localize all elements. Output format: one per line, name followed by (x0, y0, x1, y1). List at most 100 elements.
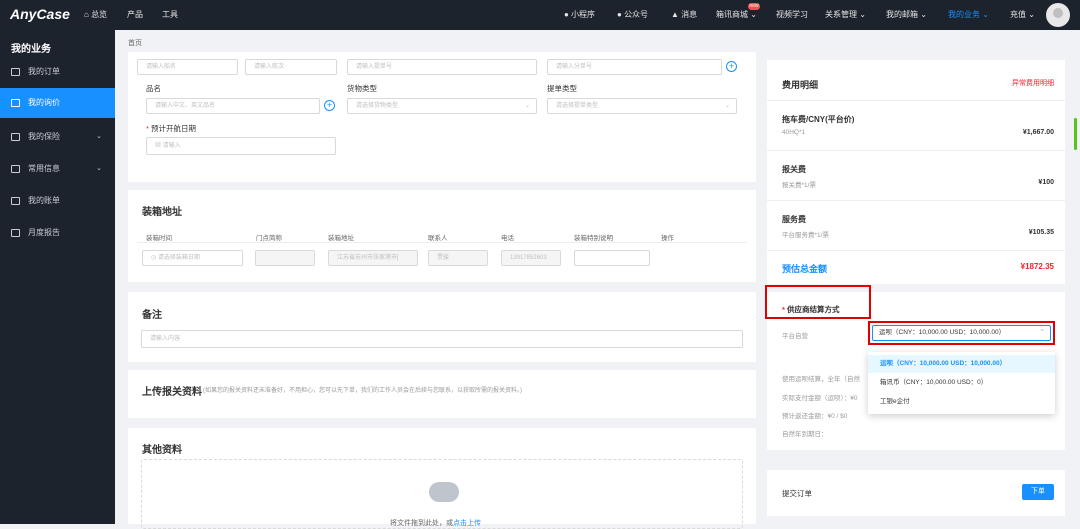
divider (137, 242, 747, 243)
upload-note: (如果您的报关资料还未准备好，不用担心，您可以先下单，我们的工作人员会在后续与您… (203, 388, 522, 394)
sidebar-item-insurance[interactable]: 我的保险 ⌄ (0, 122, 115, 152)
nav-relations[interactable]: 关系管理 ⌄ (825, 9, 866, 20)
sidebar-item-common-info[interactable]: 常用信息 ⌄ (0, 154, 115, 184)
bl-number-input[interactable]: 请输入提单号 (347, 59, 537, 75)
settlement-select[interactable]: 运呗（CNY：10,000.00 USD：10,000.00） ⌃ (872, 325, 1051, 341)
fee-amount: ¥100 (1038, 179, 1054, 186)
nav-mall[interactable]: 箱讯商城 ⌄ (716, 9, 757, 20)
option-yunbei[interactable]: 运呗（CNY：10,000.00 USD：10,000.00） (868, 355, 1055, 373)
fee-name: 拖车费/CNY(平台价) (782, 115, 855, 124)
settlement-note: 预计返还金额：¥0 / $0 (782, 413, 848, 420)
upload-dropzone[interactable]: 将文件拖到此处，或点击上传 (141, 459, 743, 529)
add-row-icon[interactable]: + (726, 61, 737, 72)
settlement-title: * 供应商结算方式 (782, 305, 840, 314)
cloud-upload-icon (429, 482, 459, 502)
platform-label: 平台自营 (782, 333, 808, 340)
col-contact: 联系人 (428, 235, 448, 242)
calendar-icon: ▦ (155, 143, 163, 149)
nav-video-learning[interactable]: 视频学习 (776, 9, 808, 20)
bl-type-select[interactable]: 请选择提单类型 ⌄ (547, 98, 737, 114)
fee-name: 报关费 (782, 165, 806, 174)
remarks-title: 备注 (142, 310, 162, 321)
chevron-down-icon: ⌄ (724, 103, 730, 109)
new-badge: new (748, 3, 760, 10)
col-address: 装箱地址 (328, 235, 354, 242)
bl-type-label: 提单类型 (547, 84, 577, 93)
sidebar-item-report[interactable]: 月度报告 (0, 218, 115, 248)
product-label: 品名 (146, 84, 161, 93)
chevron-up-icon: ⌃ (1039, 329, 1045, 336)
fee-detail: 40HQ*1 (782, 129, 806, 136)
sidebar-title: 我的业务 (11, 44, 51, 55)
option-icbc-epay[interactable]: 工银e企付 (868, 393, 1055, 411)
submit-label: 提交订单 (782, 489, 812, 498)
nav-overview[interactable]: ⌂ 总览 (84, 9, 107, 20)
chevron-down-icon: ⌄ (96, 133, 102, 140)
fee-detail: 报关费*1/票 (782, 182, 816, 189)
divider (767, 150, 1065, 151)
nav-mini-program[interactable]: ● 小程序 (564, 9, 595, 20)
sidebar-item-inquiry[interactable]: 我的询价 (0, 88, 115, 118)
other-docs-title: 其他资料 (142, 445, 182, 456)
bill-icon (11, 197, 20, 205)
nav-products[interactable]: 产品 (127, 9, 143, 20)
other-docs-card: 其他资料 将文件拖到此处，或点击上传 (128, 428, 756, 529)
fee-amount: ¥105.35 (1028, 229, 1054, 236)
chevron-down-icon: ⌄ (96, 165, 102, 172)
total-amount: ¥1872.35 (1020, 262, 1054, 271)
col-phone: 电话 (501, 235, 514, 242)
cargo-type-label: 货物类型 (347, 84, 377, 93)
loading-date-input[interactable]: ◷ 请选择装箱日期 (142, 250, 243, 266)
abnormal-fees-link[interactable]: 异常费用明细 (1012, 78, 1054, 88)
remarks-textarea[interactable]: 请输入内容 (141, 330, 743, 348)
col-actions: 操作 (661, 235, 674, 242)
cargo-form-card: 请输入船名 请输入航次 请输入提单号 请输入分单号 + 品名 货物类型 提单类型… (128, 52, 756, 182)
cargo-type-select[interactable]: 请选择货物类型 ⌄ (347, 98, 537, 114)
eta-date-input[interactable]: ▦ 请输入 (146, 137, 336, 155)
special-notes-input[interactable] (574, 250, 650, 266)
inquiry-icon (11, 99, 20, 107)
dropzone-text: 将文件拖到此处，或点击上传 (390, 520, 481, 527)
contact-input: 贾骏 (428, 250, 488, 266)
divider (767, 250, 1065, 251)
vessel-input[interactable]: 请输入船名 (137, 59, 238, 75)
insurance-icon (11, 133, 20, 141)
nav-recharge[interactable]: 充值 ⌄ (1010, 9, 1035, 20)
user-avatar[interactable] (1046, 3, 1070, 27)
report-icon (11, 229, 20, 237)
settlement-note: 使用运呗结算，全年（自然 (782, 376, 860, 383)
sub-bl-input[interactable]: 请输入分单号 (547, 59, 722, 75)
order-icon (11, 68, 20, 76)
voyage-input[interactable]: 请输入航次 (245, 59, 337, 75)
fee-amount: ¥1,667.00 (1022, 129, 1054, 136)
col-loading-time: 装箱时间 (146, 235, 172, 242)
nav-my-business[interactable]: 我的业务 ⌄ (948, 9, 989, 20)
sidebar: 我的业务 我的订单 我的询价 我的保险 ⌄ 常用信息 ⌄ 我的账单 月度报告 (0, 30, 115, 524)
upload-customs-card: 上传报关资料 (如果您的报关资料还未准备好，不用担心，您可以先下单，我们的工作人… (128, 370, 756, 418)
anycase-logo[interactable]: AnyCase (10, 6, 70, 22)
nav-mailbox[interactable]: 我的邮箱 ⌄ (886, 9, 927, 20)
place-order-button[interactable]: 下单 (1022, 484, 1054, 500)
settlement-note: 自然年到期日： (782, 431, 828, 438)
option-xiangxun-coin[interactable]: 箱讯币（CNY：10,000.00 USD：0） (868, 374, 1055, 392)
nav-tools[interactable]: 工具 (162, 9, 178, 20)
product-input[interactable]: 请输入中文、英文品名 (146, 98, 320, 114)
col-door-short: 门点简称 (256, 235, 282, 242)
divider (767, 100, 1065, 101)
top-navbar: AnyCase ⌂ 总览 产品 工具 ● 小程序 ● 公众号 ▲ 消息 箱讯商城… (0, 0, 1080, 30)
settlement-dropdown: 运呗（CNY：10,000.00 USD：10,000.00） 箱讯币（CNY：… (868, 352, 1055, 414)
sidebar-item-bills[interactable]: 我的账单 (0, 186, 115, 216)
sidebar-item-orders[interactable]: 我的订单 (0, 57, 115, 87)
fee-name: 服务费 (782, 215, 806, 224)
breadcrumb[interactable]: 首页 (128, 38, 142, 48)
nav-messages[interactable]: ▲ 消息 (671, 9, 697, 20)
nav-official-account[interactable]: ● 公众号 (617, 9, 648, 20)
settlement-note: 实际支付金额（运呗）：¥0 (782, 395, 858, 402)
info-icon (11, 165, 20, 173)
add-product-icon[interactable]: + (324, 100, 335, 111)
scrollbar-thumb[interactable] (1074, 118, 1077, 150)
fee-detail: 平台服务费*1/票 (782, 232, 829, 239)
remarks-card: 备注 请输入内容 (128, 292, 756, 362)
upload-title: 上传报关资料 (142, 387, 202, 398)
chevron-down-icon: ⌄ (524, 103, 530, 109)
